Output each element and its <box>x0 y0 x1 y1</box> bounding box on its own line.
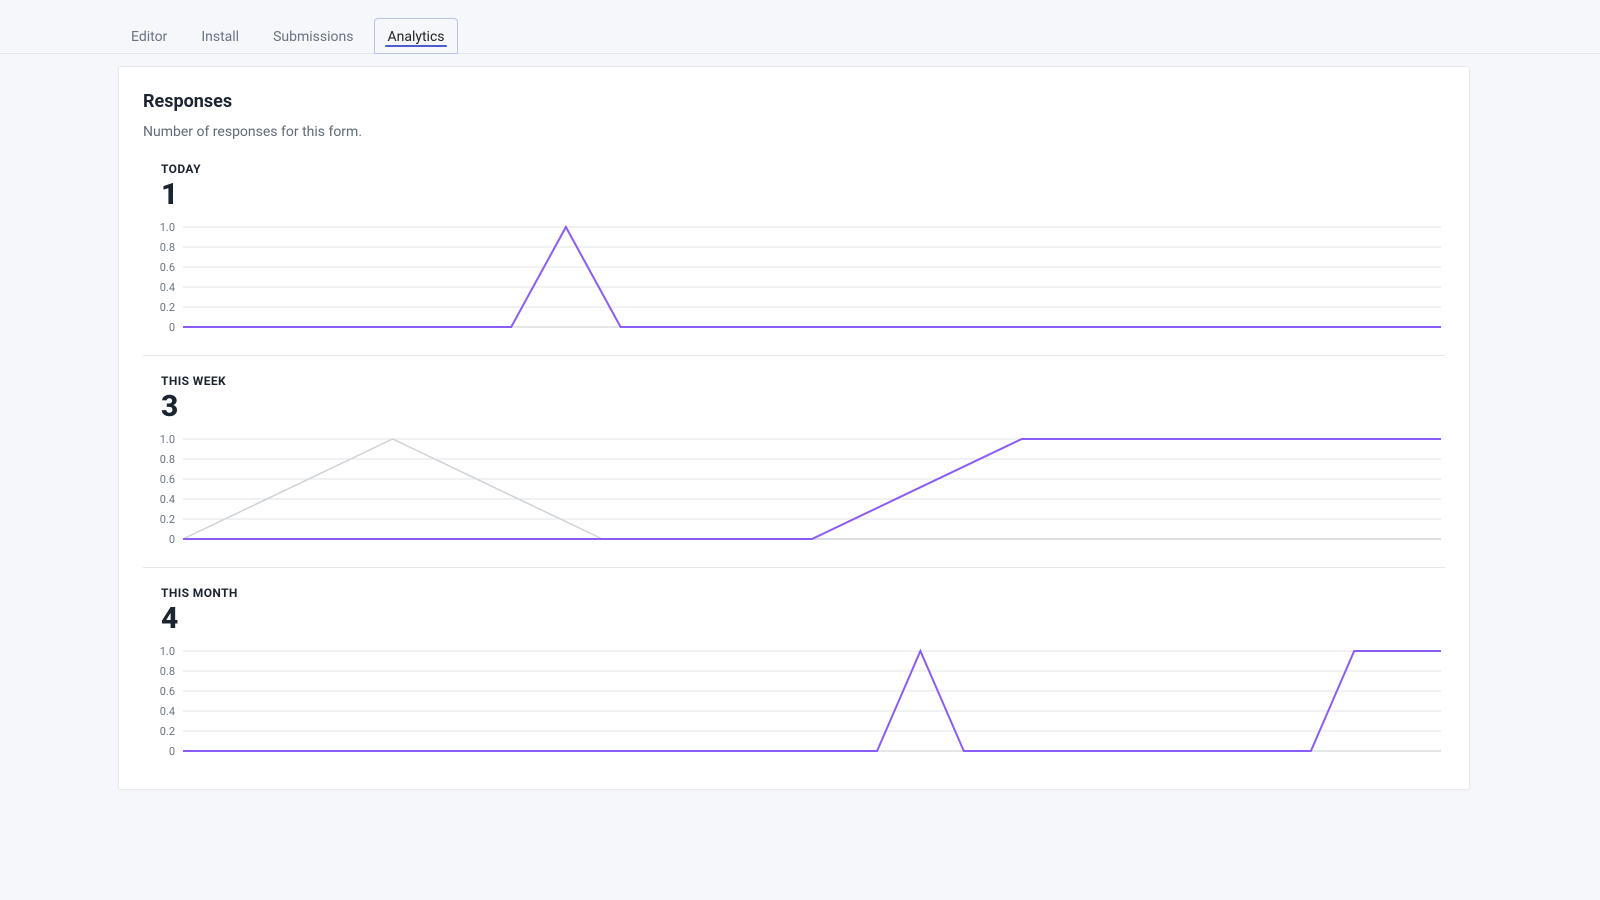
stat-this-month-label: THIS MONTH <box>161 586 1445 600</box>
svg-text:0: 0 <box>169 745 175 758</box>
responses-card: Responses Number of responses for this f… <box>118 66 1470 790</box>
tab-install[interactable]: Install <box>188 18 252 54</box>
svg-text:0.2: 0.2 <box>160 513 175 526</box>
stat-this-week-label: THIS WEEK <box>161 374 1445 388</box>
card-title: Responses <box>143 91 1445 112</box>
stat-today-value: 1 <box>161 178 1445 211</box>
svg-text:0.6: 0.6 <box>160 473 175 486</box>
svg-text:0.4: 0.4 <box>160 493 175 506</box>
chart-this-month: 0 0.2 0.4 0.6 0.8 1.0 <box>143 641 1445 761</box>
stat-today-label: TODAY <box>161 162 1445 176</box>
chart-today: 0 0.2 0.4 0.6 0.8 1.0 <box>143 217 1445 337</box>
svg-text:0.6: 0.6 <box>160 261 175 274</box>
svg-text:0.8: 0.8 <box>160 453 175 466</box>
stat-this-week-value: 3 <box>161 390 1445 423</box>
tab-analytics[interactable]: Analytics <box>374 18 457 54</box>
svg-text:0: 0 <box>169 533 175 546</box>
chart-series-previous <box>183 439 1441 539</box>
svg-text:0.4: 0.4 <box>160 705 175 718</box>
chart-series-current <box>183 439 1441 539</box>
svg-text:0.8: 0.8 <box>160 241 175 254</box>
card-subtitle: Number of responses for this form. <box>143 124 1445 140</box>
tab-editor[interactable]: Editor <box>118 18 180 54</box>
stat-this-month-value: 4 <box>161 602 1445 635</box>
stat-this-week: THIS WEEK 3 0 0.2 0.4 0.6 0.8 1.0 <box>143 374 1445 568</box>
stat-today: TODAY 1 0 0.2 0.4 0.6 0.8 1.0 <box>143 162 1445 356</box>
tab-bar: Editor Install Submissions Analytics <box>0 18 1600 54</box>
svg-text:0.2: 0.2 <box>160 301 175 314</box>
svg-text:0: 0 <box>169 321 175 334</box>
svg-text:1.0: 1.0 <box>160 221 175 234</box>
svg-text:0.2: 0.2 <box>160 725 175 738</box>
svg-text:1.0: 1.0 <box>160 645 175 658</box>
stat-this-month: THIS MONTH 4 0 0.2 0.4 0.6 0.8 1.0 <box>143 586 1445 779</box>
tab-submissions[interactable]: Submissions <box>260 18 366 54</box>
svg-text:0.8: 0.8 <box>160 665 175 678</box>
svg-text:0.4: 0.4 <box>160 281 175 294</box>
svg-text:0.6: 0.6 <box>160 685 175 698</box>
svg-text:1.0: 1.0 <box>160 433 175 446</box>
chart-series-current <box>183 651 1441 751</box>
chart-series-current <box>183 227 1441 327</box>
chart-this-week: 0 0.2 0.4 0.6 0.8 1.0 <box>143 429 1445 549</box>
